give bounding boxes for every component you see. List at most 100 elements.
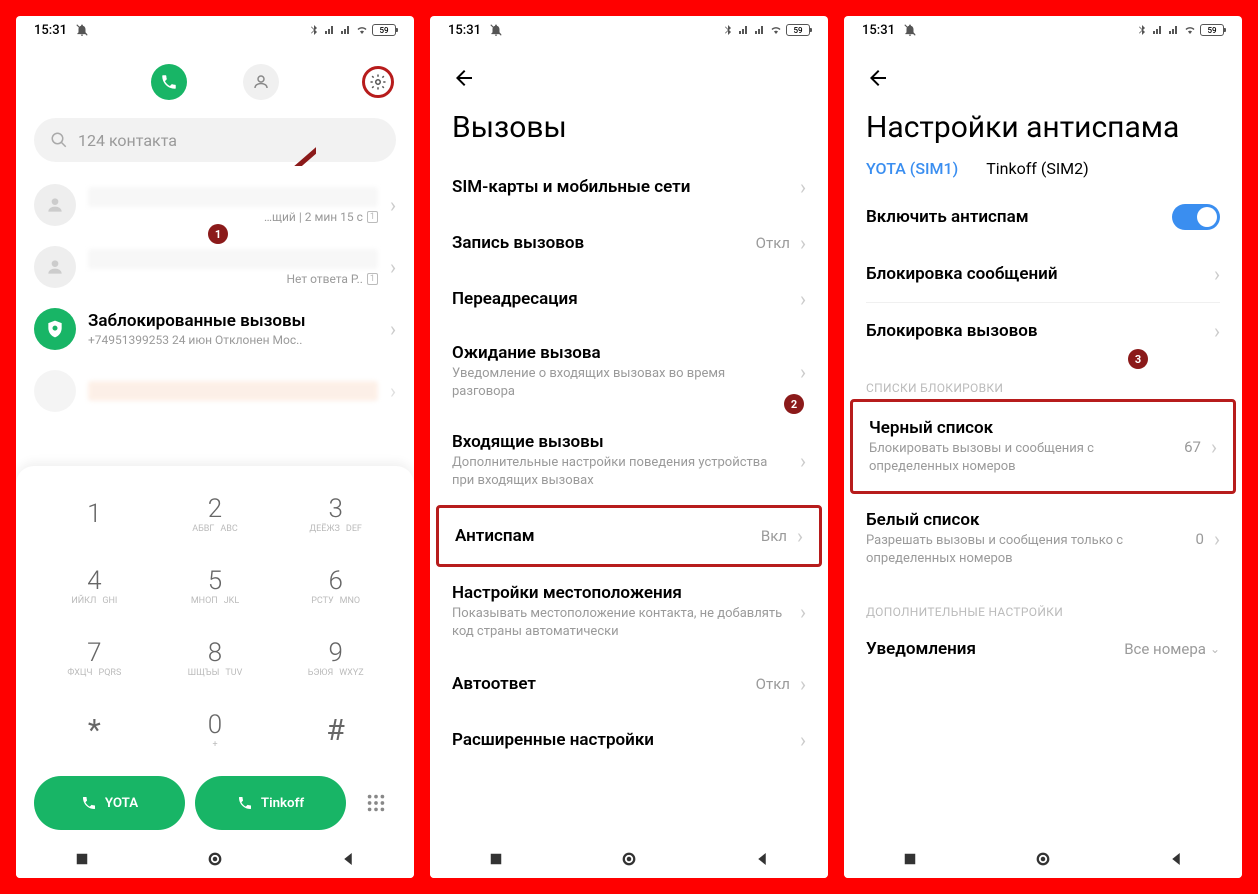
tab-settings[interactable] [362, 66, 394, 98]
signal-icon [754, 24, 766, 36]
avatar [34, 370, 76, 412]
nav-recents-icon[interactable] [487, 850, 505, 868]
setting-blacklist[interactable]: Черный список Блокировать вызовы и сообщ… [850, 399, 1236, 494]
gear-icon [369, 73, 387, 91]
android-navbar [844, 840, 1242, 878]
setting-block-messages[interactable]: Блокировка сообщений › [844, 246, 1242, 302]
back-button[interactable] [844, 44, 1242, 100]
status-bar: 15:31 59 [430, 16, 828, 44]
battery-icon: 59 [372, 24, 396, 36]
phone-icon [237, 795, 253, 811]
chevron-right-icon: › [1214, 527, 1220, 551]
dropdown-value[interactable]: Все номера ⌄ [1124, 640, 1220, 658]
setting-enable-antispam[interactable]: Включить антиспам [844, 188, 1242, 246]
chevron-right-icon: › [1214, 319, 1220, 343]
page-title: Настройки антиспама [844, 100, 1242, 159]
dialpad-key[interactable]: * [34, 694, 155, 766]
shield-icon [34, 308, 76, 350]
setting-item[interactable]: Ожидание вызоваУведомление о входящих вы… [430, 327, 828, 416]
dialpad-key[interactable]: # [275, 694, 396, 766]
signal-icon [340, 24, 352, 36]
blocked-title: Заблокированные вызовы [88, 311, 378, 331]
bluetooth-icon [722, 24, 734, 36]
blocked-calls-row[interactable]: Заблокированные вызовы +74951399253 24 и… [16, 298, 414, 360]
dnd-icon [489, 23, 503, 37]
wifi-icon [770, 24, 782, 36]
nav-recents-icon[interactable] [901, 850, 919, 868]
nav-home-icon[interactable] [206, 850, 224, 868]
dialpad-key[interactable]: 0+ [155, 694, 276, 766]
grid-icon [365, 792, 387, 814]
tab-calls[interactable] [151, 64, 187, 100]
annotation-marker-1: 1 [208, 224, 228, 244]
search-placeholder: 124 контакта [78, 131, 177, 150]
nav-back-icon[interactable] [1167, 850, 1185, 868]
status-bar: 15:31 59 [16, 16, 414, 44]
status-time: 15:31 [862, 23, 895, 38]
section-header: СПИСКИ БЛОКИРОВКИ [844, 359, 1242, 399]
chevron-right-icon: › [390, 317, 396, 341]
chevron-right-icon: › [800, 728, 806, 752]
dialpad-key[interactable]: 4ИЙКЛGHI [34, 550, 155, 622]
screen-dialer: 15:31 59 124 контакта …щий | 2 мин 15 с1 [16, 16, 414, 878]
blocked-sub: +74951399253 24 июн Отклонен Мос.. [88, 333, 378, 347]
setting-item[interactable]: Расширенные настройки› [430, 712, 828, 768]
arrow-left-icon [452, 66, 476, 90]
nav-back-icon[interactable] [753, 850, 771, 868]
nav-home-icon[interactable] [620, 850, 638, 868]
call-sim1-button[interactable]: YOTA [34, 776, 185, 830]
chevron-right-icon: › [800, 175, 806, 199]
setting-item[interactable]: SIM-карты и мобильные сети› [430, 159, 828, 215]
call-log-row[interactable]: Нет ответа Р..1 › [16, 236, 414, 298]
dialpad-key[interactable]: 6РСТУMNO [275, 550, 396, 622]
toggle-on-icon[interactable] [1172, 204, 1220, 230]
setting-whitelist[interactable]: Белый список Разрешать вызовы и сообщени… [844, 494, 1242, 583]
signal-icon [1168, 24, 1180, 36]
dialpad-key[interactable]: 8ШЩЪЫTUV [155, 622, 276, 694]
avatar [34, 246, 76, 288]
back-button[interactable] [430, 44, 828, 100]
android-navbar [430, 840, 828, 878]
chevron-right-icon: › [800, 672, 806, 696]
dialpad-toggle[interactable] [356, 792, 396, 814]
chevron-right-icon: › [390, 379, 396, 403]
nav-home-icon[interactable] [1034, 850, 1052, 868]
search-input[interactable]: 124 контакта [34, 118, 396, 162]
android-navbar [16, 840, 414, 878]
setting-item[interactable]: Переадресация› [430, 271, 828, 327]
dialpad-key[interactable]: 5МНОПJKL [155, 550, 276, 622]
battery-icon: 59 [1200, 24, 1224, 36]
dialpad-key[interactable]: 9ЬЭЮЯWXYZ [275, 622, 396, 694]
dialpad-key[interactable]: 2АБВГABC [155, 478, 276, 550]
wifi-icon [1184, 24, 1196, 36]
setting-item[interactable]: Запись вызововОткл› [430, 215, 828, 271]
person-icon [252, 73, 270, 91]
dialpad-key[interactable]: 1 [34, 478, 155, 550]
nav-recents-icon[interactable] [73, 850, 91, 868]
tab-contacts[interactable] [243, 64, 279, 100]
setting-item[interactable]: Входящие вызовыДополнительные настройки … [430, 416, 828, 505]
chevron-right-icon: › [800, 231, 806, 255]
setting-item[interactable]: АнтиспамВкл› [436, 505, 822, 567]
setting-item[interactable]: Настройки местоположенияПоказывать место… [430, 567, 828, 656]
screen-antispam: 15:31 59 Настройки антиспама YOTA (SIM1)… [844, 16, 1242, 878]
sim-tab-1[interactable]: YOTA (SIM1) [866, 159, 958, 178]
page-title: Вызовы [430, 100, 828, 159]
battery-icon: 59 [786, 24, 810, 36]
dialpad: 12АБВГABC3ДЕЁЖЗDEF 4ИЙКЛGHI5МНОПJKL6РСТУM… [16, 466, 414, 840]
sim-tab-2[interactable]: Tinkoff (SIM2) [986, 159, 1088, 178]
chevron-right-icon: › [797, 524, 803, 548]
call-log-row[interactable]: › [16, 360, 414, 422]
annotation-marker-3: 3 [1128, 349, 1148, 369]
setting-notifications[interactable]: Уведомления Все номера ⌄ [844, 623, 1242, 675]
chevron-right-icon: › [800, 600, 806, 624]
status-time: 15:31 [448, 23, 481, 38]
dialpad-key[interactable]: 7ФХЦЧPQRS [34, 622, 155, 694]
setting-block-calls[interactable]: Блокировка вызовов › [844, 303, 1242, 359]
nav-back-icon[interactable] [339, 850, 357, 868]
wifi-icon [356, 24, 368, 36]
bluetooth-icon [308, 24, 320, 36]
dialpad-key[interactable]: 3ДЕЁЖЗDEF [275, 478, 396, 550]
setting-item[interactable]: АвтоответОткл› [430, 656, 828, 712]
call-sim2-button[interactable]: Tinkoff [195, 776, 346, 830]
